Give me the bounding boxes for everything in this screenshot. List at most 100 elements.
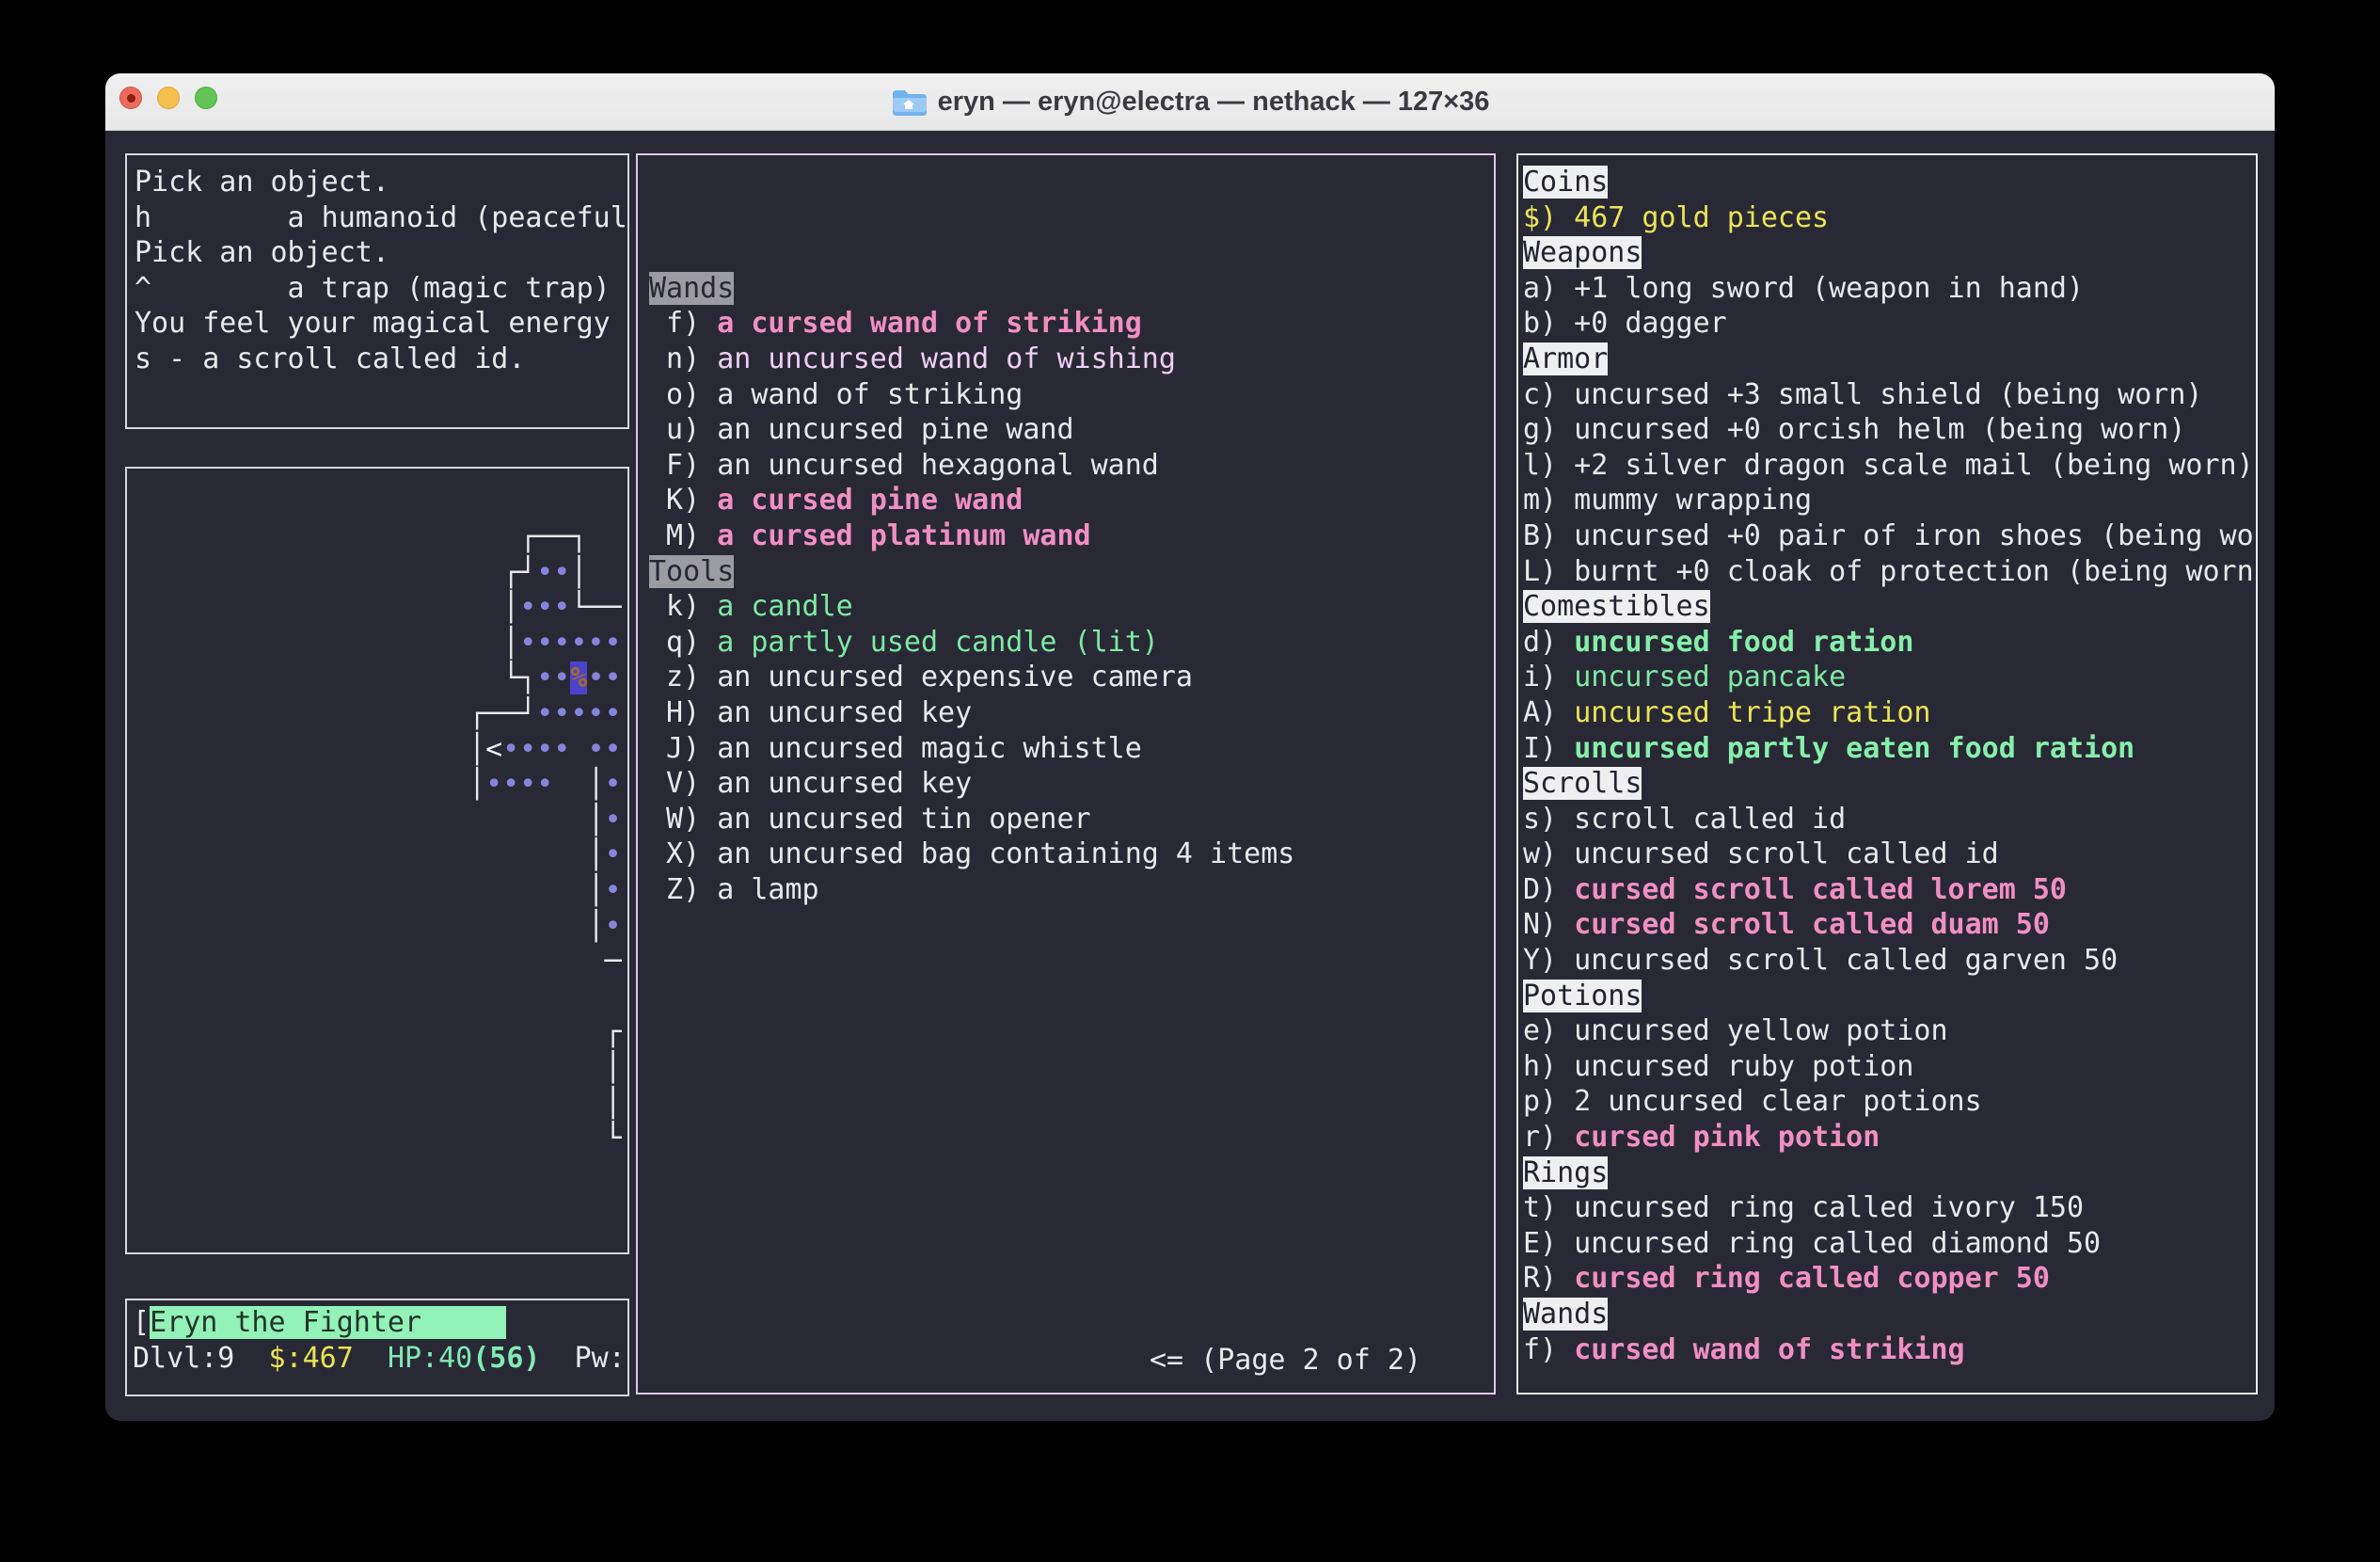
text-segment: R) [1523,1262,1574,1295]
corridor-wall: │ [587,838,604,871]
terminal-row: │• [468,803,622,838]
message-window: Pick an object.h a humanoid (peacefulPic… [125,153,629,429]
menu-header-tools: Tools [649,555,734,588]
text-segment [468,874,587,907]
floor-dots: • [605,838,622,871]
text-segment [553,768,587,801]
wall-segment: ─ [605,945,622,978]
window-titlebar[interactable]: eryn — eryn@electra — nethack — 127×36 [105,73,2275,131]
terminal-row: m) mummy wrapping [1523,483,2256,518]
traffic-lights [119,87,217,109]
text-segment: t) uncursed ring called ivory 150 [1523,1191,2084,1224]
terminal-row: a) +1 long sword (weapon in hand) [1523,271,2256,307]
terminal-row: e) uncursed yellow potion [1523,1013,2256,1049]
map-window: ┌──┐ ┌┘••│ │•••└── │•••••• └┐••%••┌──┘••… [125,467,629,1254]
inv-header-wands: Wands [1523,1298,1608,1331]
inv-header-weapons: Weapons [1523,236,1642,269]
text-segment [468,556,502,589]
inventory-menu-page2: <= (Page 2 of 2) Wands f) a cursed wand … [636,153,1496,1395]
terminal-row: Armor [1523,342,2256,377]
text-segment: c) uncursed +3 small shield (being worn) [1523,378,2202,411]
terminal-row: │ [468,1086,622,1122]
terminal-row: └ [468,1121,622,1156]
terminal-row: │• [468,873,622,909]
terminal-row: │ [468,1050,622,1086]
text-segment: f) [1523,1333,1574,1366]
hp-current: HP:40 [388,1342,472,1375]
floor-dots: • [605,874,622,907]
text-segment [468,1122,605,1155]
corridor-wall: │ [587,768,604,801]
floor-dots: •• [536,661,570,694]
text-segment: cursed ring called copper 50 [1574,1262,2050,1295]
close-button[interactable] [119,87,142,109]
text-segment: I) [1523,732,1574,765]
room-wall: ┌┘ [502,556,536,589]
terminal-row: Tools [649,554,1494,590]
terminal-row: J) an uncursed magic whistle [649,731,1494,767]
minimize-button[interactable] [157,87,180,109]
text-segment: X) an uncursed bag containing 4 items [649,837,1294,870]
terminal-row: R) cursed ring called copper 50 [1523,1261,2256,1297]
text-segment: B) uncursed +0 pair of iron shoes (being… [1523,519,2254,552]
terminal-row: w) uncursed scroll called id [1523,837,2256,872]
terminal-row: c) uncursed +3 small shield (being worn) [1523,377,2256,413]
text-segment: an uncursed wand of wishing [717,343,1176,375]
text-segment: a cursed pine wand [717,484,1023,517]
floor-dots: •••••• [519,627,621,660]
text-segment: ^ a trap (magic trap) [135,272,611,305]
text-segment: d) [1523,626,1574,659]
terminal-row: D) cursed scroll called lorem 50 [1523,872,2256,908]
floor-dots: ••• [519,591,570,624]
dungeon-level: Dlvl:9 [133,1342,234,1375]
terminal-row: Coins [1523,165,2256,200]
text-segment [468,627,502,660]
text-segment: a cursed wand of striking [717,307,1142,340]
terminal-row: M) a cursed platinum wand [649,518,1494,554]
terminal-row: ┌──┐ [468,519,622,555]
text-segment: Z) a lamp [649,873,819,906]
floor-dots: •• [587,733,621,766]
text-segment: Y) uncursed scroll called garven 50 [1523,944,2118,977]
text-segment [468,1015,605,1048]
terminal-row: │• [468,909,622,945]
text-segment: W) an uncursed tin opener [649,803,1091,836]
floor-dots: • [605,910,622,943]
terminal-row: $) 467 gold pieces [1523,200,2256,236]
room-wall: │ [605,1051,622,1084]
text-segment: uncursed food ration [1574,626,1913,659]
terminal-row: W) an uncursed tin opener [649,802,1494,837]
text-segment: N) [1523,908,1574,941]
text-segment: h) uncursed ruby potion [1523,1050,1913,1083]
terminal-row: s - a scroll called id. [135,342,627,377]
text-segment [468,1051,605,1084]
terminal-window: eryn — eryn@electra — nethack — 127×36 P… [105,73,2275,1421]
terminal-row: └┐••%•• [468,661,622,696]
inv-header-rings: Rings [1523,1156,1608,1189]
text-segment: a partly used candle (lit) [717,626,1159,659]
terminal-row: z) an uncursed expensive camera [649,660,1494,695]
floor-dots: •••• [485,768,553,801]
text-segment [468,838,587,871]
dungeon-map: ┌──┐ ┌┘••│ │•••└── │•••••• └┐••%••┌──┘••… [468,519,622,1156]
terminal-row: ─ [468,944,622,980]
terminal-row: Comestibles [1523,589,2256,625]
text-segment [468,910,587,943]
text-segment: You feel your magical energy [135,307,611,340]
text-segment: f) [649,307,717,340]
hp-max: (56) [472,1342,540,1375]
text-segment: b) +0 dagger [1523,307,1727,340]
zoom-button[interactable] [195,87,217,109]
room-wall: ┌──┘ [468,697,536,730]
terminal-row: You feel your magical energy [135,306,627,342]
text-segment: uncursed partly eaten food ration [1574,732,2134,765]
text-segment: s) scroll called id [1523,803,1846,836]
terminal-row: Pick an object. [135,165,627,200]
floor-dots: •• [536,556,570,589]
room-wall: │ [468,768,485,801]
terminal-row: k) a candle [649,589,1494,625]
text-segment [468,520,519,553]
inv-header-comestibles: Comestibles [1523,590,1710,623]
inv-header-scrolls: Scrolls [1523,767,1642,800]
text-segment: z) an uncursed expensive camera [649,661,1193,693]
